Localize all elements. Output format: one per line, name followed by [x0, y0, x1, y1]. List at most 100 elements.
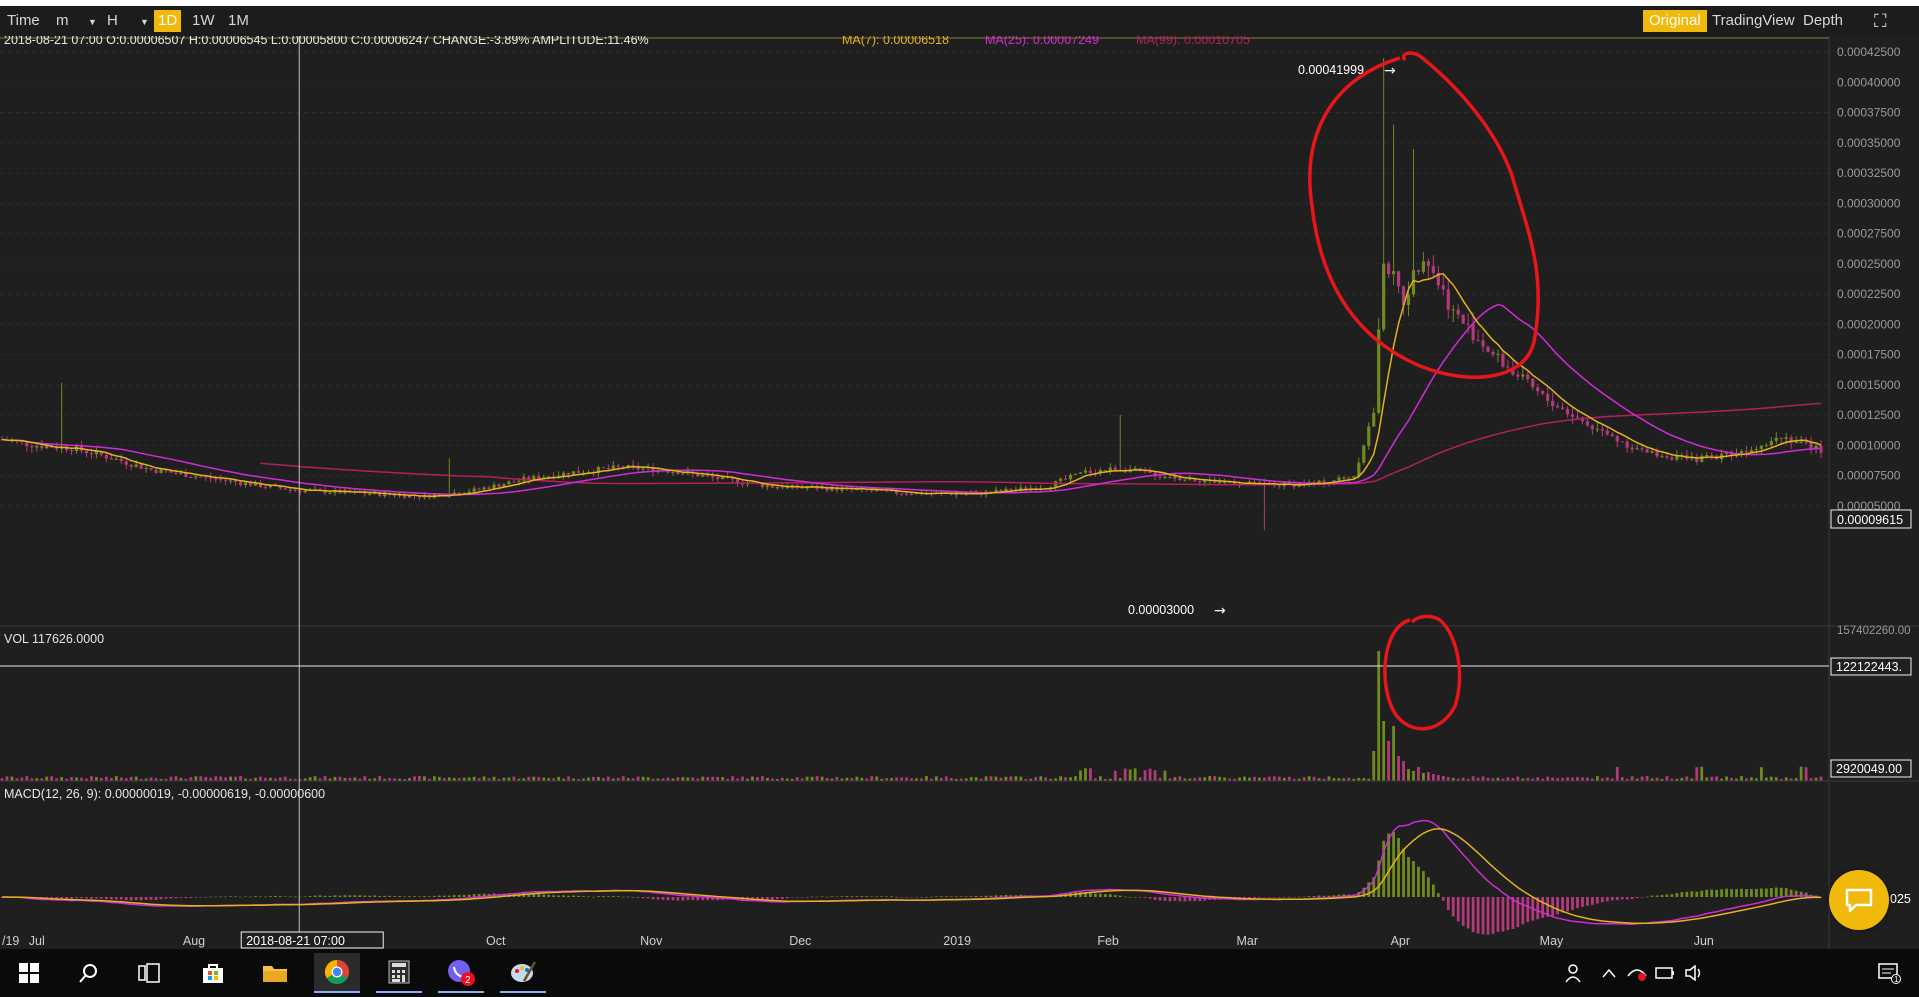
time-tick-label: /19 — [2, 934, 19, 948]
file-explorer-icon[interactable] — [252, 953, 298, 993]
volume-icon[interactable] — [1680, 953, 1708, 993]
macd-histogram-bar — [154, 897, 158, 900]
network-icon[interactable] — [1623, 953, 1651, 993]
macd-histogram-bar — [278, 896, 282, 897]
candle-body — [1605, 430, 1609, 435]
volume-bar — [751, 776, 754, 781]
price-chart[interactable]: 2018-08-21 07:00 O:0.00006507 H:0.000065… — [0, 33, 1919, 949]
candle-body — [1218, 481, 1222, 483]
macd-histogram-bar — [989, 895, 993, 897]
volume-bar — [870, 776, 874, 781]
volume-bar — [114, 776, 118, 781]
macd-histogram-bar — [149, 897, 153, 900]
volume-bar — [1764, 777, 1768, 781]
candle-body — [1352, 476, 1356, 478]
volume-bar — [1009, 776, 1013, 781]
macd-histogram-bar — [1615, 897, 1619, 901]
candle-body — [1630, 447, 1634, 450]
candle-body — [169, 471, 173, 473]
time-tick-label: Feb — [1097, 934, 1119, 948]
volume-bar — [1178, 776, 1182, 781]
candle-body — [562, 472, 566, 476]
volume-bar — [1128, 769, 1132, 781]
macd-histogram-bar — [865, 896, 869, 897]
volume-bar — [994, 776, 998, 781]
macd-histogram-bar — [100, 897, 103, 899]
chevron-up-icon[interactable] — [1596, 953, 1622, 993]
volume-bar — [10, 776, 14, 781]
macd-histogram-bar — [1417, 866, 1420, 897]
search-icon[interactable] — [66, 953, 112, 993]
macd-histogram-bar — [1248, 897, 1251, 899]
low-arrow-icon: → — [1214, 603, 1226, 619]
candle-body — [179, 472, 183, 474]
candle-body — [1456, 309, 1460, 315]
volume-bar — [70, 777, 73, 781]
volume-bar — [313, 776, 317, 781]
fullscreen-icon[interactable]: ⛶ — [1870, 10, 1891, 32]
candle-body — [174, 472, 178, 474]
macd-histogram-bar — [661, 897, 665, 900]
macd-histogram-bar — [1764, 888, 1768, 897]
volume-bar — [119, 777, 123, 781]
chrome-icon[interactable] — [314, 953, 360, 993]
macd-histogram-bar — [273, 895, 277, 897]
volume-bar — [527, 776, 531, 781]
macd-histogram-bar — [1774, 887, 1778, 897]
macd-histogram-bar — [338, 895, 342, 897]
candle-body — [616, 465, 620, 467]
interval-1d-button[interactable]: 1D — [154, 10, 182, 32]
volume-bar — [259, 776, 262, 781]
volume-bar — [1113, 770, 1117, 781]
candle-body — [482, 487, 486, 490]
task-view-icon[interactable] — [126, 953, 172, 993]
volume-bar — [761, 776, 764, 781]
depth-tab[interactable]: Depth — [1799, 10, 1847, 32]
hour-dropdown-icon[interactable]: ▼ — [136, 11, 153, 33]
volume-bar — [278, 777, 282, 781]
chat-support-button[interactable] — [1829, 870, 1889, 930]
macd-histogram-bar — [1277, 897, 1281, 898]
time-button[interactable]: Time — [3, 10, 44, 32]
volume-bar — [1412, 771, 1415, 781]
windows-start-icon[interactable] — [6, 953, 52, 993]
candle-body — [770, 485, 774, 488]
original-view-tab[interactable]: Original — [1643, 10, 1707, 32]
battery-icon[interactable] — [1651, 953, 1679, 993]
store-icon[interactable] — [190, 953, 236, 993]
minute-dropdown-icon[interactable]: ▼ — [84, 11, 101, 33]
candle-body — [1108, 467, 1112, 471]
macd-histogram-bar — [1456, 897, 1460, 922]
volume-bar — [502, 777, 506, 781]
macd-histogram-bar — [830, 896, 834, 897]
windows-taskbar: 2 1 — [0, 949, 1919, 997]
macd-histogram-bar — [95, 897, 98, 899]
interval-1m-button[interactable]: 1M — [224, 10, 253, 32]
time-tick-label: Jun — [1694, 934, 1714, 948]
macd-histogram-bar — [592, 896, 595, 898]
candle-body — [204, 476, 208, 478]
chart-area[interactable]: 2018-08-21 07:00 O:0.00006507 H:0.000065… — [0, 33, 1919, 949]
viber-icon[interactable]: 2 — [438, 953, 484, 993]
macd-histogram-bar — [1103, 894, 1107, 897]
people-icon[interactable] — [1552, 953, 1598, 993]
volume-bar — [1153, 770, 1157, 781]
macd-histogram-bar — [114, 897, 118, 900]
volume-bar — [1441, 776, 1445, 781]
volume-bar — [20, 777, 24, 781]
macd-histogram-bar — [428, 896, 431, 897]
macd-histogram-bar — [363, 895, 367, 897]
hour-interval-button[interactable]: H — [103, 10, 122, 32]
paint-icon[interactable] — [500, 953, 546, 993]
candle-body — [144, 468, 148, 470]
interval-1w-button[interactable]: 1W — [188, 10, 219, 32]
macd-histogram-bar — [1094, 893, 1097, 897]
notifications-icon[interactable]: 1 — [1866, 953, 1912, 993]
minute-interval-button[interactable]: m — [52, 10, 73, 32]
tradingview-tab[interactable]: TradingView — [1708, 10, 1799, 32]
macd-histogram-bar — [119, 897, 123, 900]
candle-body — [899, 493, 904, 495]
volume-bar — [1630, 776, 1634, 781]
candle-body — [1560, 407, 1565, 409]
calculator-icon[interactable] — [376, 953, 422, 993]
